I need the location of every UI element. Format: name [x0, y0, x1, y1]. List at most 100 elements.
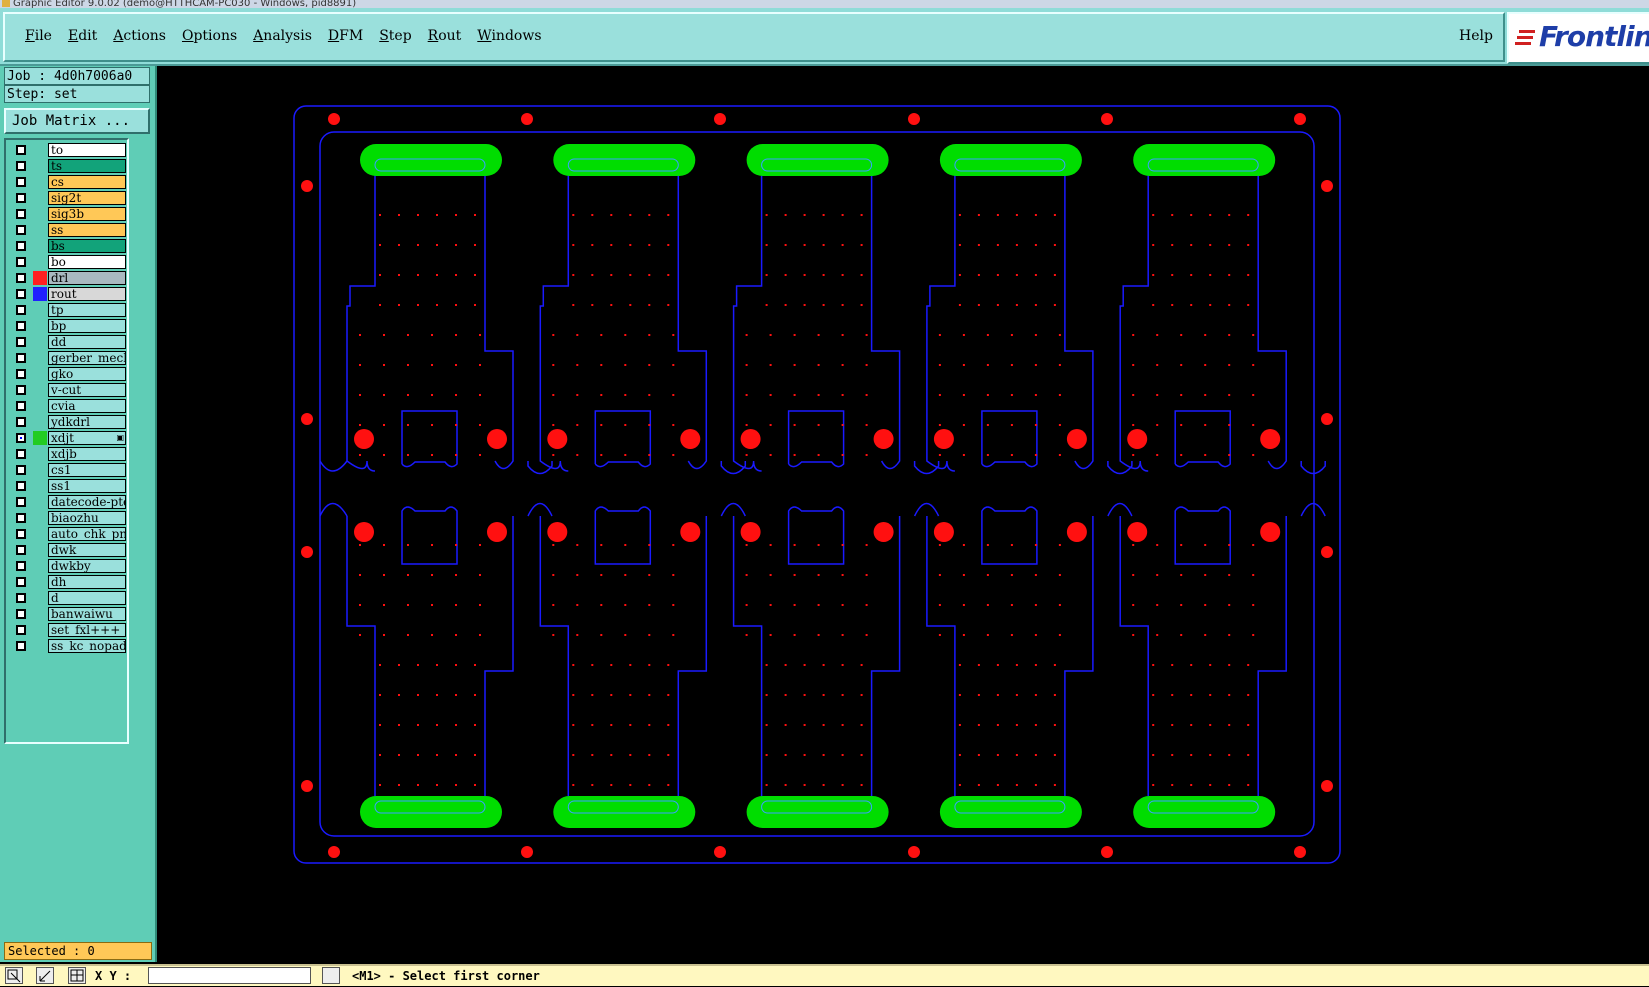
layer-checkbox[interactable]	[16, 177, 26, 187]
via	[1252, 604, 1255, 606]
layer-row-cs1[interactable]: cs1	[10, 463, 128, 478]
layer-row-cs[interactable]: cs	[10, 175, 128, 190]
layer-checkbox[interactable]	[16, 369, 26, 379]
layer-checkbox[interactable]	[16, 449, 26, 459]
panel-inner-outline	[319, 131, 1315, 837]
layer-checkbox[interactable]	[16, 545, 26, 555]
layer-row-xdjt[interactable]: xdjt ▣	[10, 431, 128, 446]
layer-row-ss1[interactable]: ss1	[10, 479, 128, 494]
layer-row-xdjb[interactable]: xdjb	[10, 447, 128, 462]
layer-row-set_fxl+++[interactable]: set_fxl+++	[10, 623, 128, 638]
layer-row-bs[interactable]: bs	[10, 239, 128, 254]
layer-row-ss_kc_nopad[interactable]: ss_kc_nopad	[10, 639, 128, 654]
layer-checkbox[interactable]	[16, 385, 26, 395]
layer-row-to[interactable]: to	[10, 143, 128, 158]
layer-checkbox[interactable]	[16, 209, 26, 219]
via	[667, 664, 670, 666]
layer-checkbox[interactable]	[16, 353, 26, 363]
via	[383, 424, 385, 426]
menu-options[interactable]: Options	[174, 28, 245, 44]
layer-checkbox[interactable]	[16, 273, 26, 283]
layer-checkbox[interactable]	[16, 401, 26, 411]
layer-row-gerber_mecha[interactable]: gerber_mecha	[10, 351, 128, 366]
via	[383, 604, 385, 606]
layer-row-auto_chk_pni[interactable]: auto_chk_pni	[10, 527, 128, 542]
menu-actions[interactable]: Actions	[105, 28, 174, 44]
layer-row-ts[interactable]: ts	[10, 159, 128, 174]
layer-checkbox[interactable]	[16, 497, 26, 507]
layer-row-banwaiwu[interactable]: banwaiwu	[10, 607, 128, 622]
layer-row-biaozhu[interactable]: biaozhu	[10, 511, 128, 526]
layer-row-datecode-pte[interactable]: datecode-pte	[10, 495, 128, 510]
via	[407, 574, 409, 576]
menu-analysis[interactable]: Analysis	[245, 28, 320, 44]
layer-row-tp[interactable]: tp	[10, 303, 128, 318]
menu-help[interactable]: Help	[1459, 28, 1493, 44]
layer-checkbox[interactable]	[16, 145, 26, 155]
layer-checkbox[interactable]	[16, 225, 26, 235]
layer-checkbox[interactable]	[16, 161, 26, 171]
layer-row-dd[interactable]: dd	[10, 335, 128, 350]
via	[962, 634, 965, 636]
layer-checkbox[interactable]	[16, 193, 26, 203]
layer-checkbox[interactable]	[16, 257, 26, 267]
via	[1252, 454, 1255, 456]
layer-row-dwkby[interactable]: dwkby	[10, 559, 128, 574]
zoom-window-icon[interactable]	[5, 967, 23, 984]
layer-checkbox[interactable]	[16, 321, 26, 331]
via	[962, 334, 965, 336]
layer-row-ss[interactable]: ss	[10, 223, 128, 238]
zoom-out-icon[interactable]	[36, 967, 54, 984]
layer-row-d[interactable]: d	[10, 591, 128, 606]
pcb-board-view	[293, 105, 1341, 864]
layer-row-v-cut[interactable]: v-cut	[10, 383, 128, 398]
layer-row-rout[interactable]: rout	[10, 287, 128, 302]
via	[1171, 694, 1174, 696]
job-matrix-button[interactable]: Job Matrix ...	[4, 108, 150, 134]
via	[803, 754, 806, 756]
layer-checkbox[interactable]	[16, 289, 26, 299]
layer-checkbox[interactable]	[16, 417, 26, 427]
via	[784, 724, 787, 726]
grid-icon[interactable]	[68, 967, 86, 984]
layer-row-drl[interactable]: drl	[10, 271, 128, 286]
layer-checkbox[interactable]	[16, 561, 26, 571]
layer-checkbox[interactable]	[16, 241, 26, 251]
graphic-canvas[interactable]	[157, 66, 1649, 962]
via	[398, 694, 400, 696]
layer-row-sig3b[interactable]: sig3b	[10, 207, 128, 222]
layer-row-bp[interactable]: bp	[10, 319, 128, 334]
layer-checkbox[interactable]	[16, 337, 26, 347]
layer-checkbox[interactable]	[16, 481, 26, 491]
menu-file[interactable]: File	[17, 28, 60, 44]
menu-windows[interactable]: Windows	[469, 28, 549, 44]
layer-row-sig2t[interactable]: sig2t	[10, 191, 128, 206]
menu-step[interactable]: Step	[371, 28, 419, 44]
via	[1152, 694, 1155, 696]
layer-checkbox[interactable]	[16, 641, 26, 651]
layer-row-cvia[interactable]: cvia	[10, 399, 128, 414]
layer-checkbox[interactable]	[16, 577, 26, 587]
menu-edit[interactable]: Edit	[60, 28, 105, 44]
via	[379, 274, 381, 276]
layer-row-gko[interactable]: gko	[10, 367, 128, 382]
layer-checkbox[interactable]	[16, 465, 26, 475]
menu-dfm[interactable]: DFM	[320, 28, 371, 44]
tooling-hole	[521, 846, 533, 858]
layer-checkbox[interactable]	[16, 529, 26, 539]
layer-checkbox[interactable]	[16, 609, 26, 619]
layer-row-bo[interactable]: bo	[10, 255, 128, 270]
menu-rout[interactable]: Rout	[420, 28, 470, 44]
layer-row-ydkdrl[interactable]: ydkdrl	[10, 415, 128, 430]
layer-checkbox[interactable]	[16, 513, 26, 523]
layer-row-dh[interactable]: dh	[10, 575, 128, 590]
layer-checkbox[interactable]	[16, 625, 26, 635]
layer-name: dd	[48, 335, 126, 349]
layer-row-dwk[interactable]: dwk	[10, 543, 128, 558]
layer-checkbox[interactable]	[16, 593, 26, 603]
layer-checkbox[interactable]	[16, 305, 26, 315]
coord-toggle[interactable]	[322, 967, 340, 984]
via	[1058, 574, 1061, 576]
layer-checkbox[interactable]	[16, 433, 26, 443]
xy-input[interactable]	[148, 967, 311, 984]
